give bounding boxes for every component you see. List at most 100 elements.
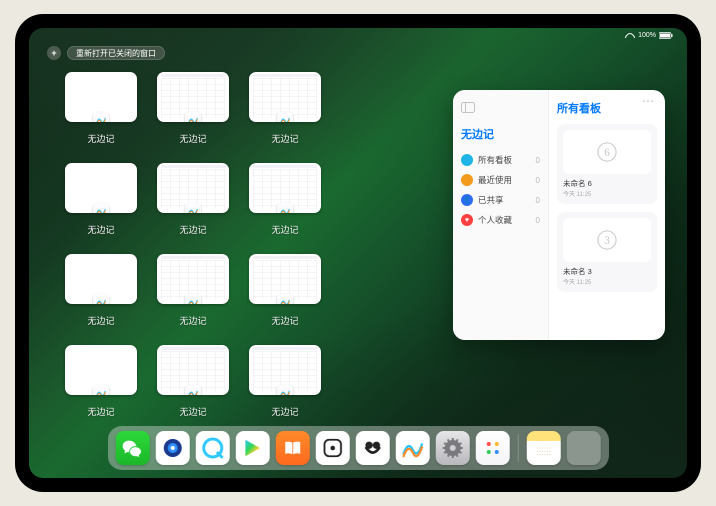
freeform-app-badge-icon — [93, 112, 109, 122]
thumb-card — [157, 345, 229, 395]
svg-text:6: 6 — [604, 147, 610, 159]
category-count: 0 — [536, 156, 540, 165]
thumb-label: 无边记 — [87, 132, 114, 145]
more-icon[interactable]: ⋯ — [642, 94, 655, 108]
category-label: 最近使用 — [478, 174, 512, 186]
dock-app-recents[interactable] — [566, 431, 600, 465]
freeform-app-badge-icon — [93, 203, 109, 213]
dock-app-freeform[interactable] — [396, 431, 430, 465]
thumb-label: 无边记 — [87, 223, 114, 236]
window-thumb[interactable]: 无边记 — [65, 254, 137, 327]
window-thumb[interactable]: 无边记 — [157, 72, 229, 145]
thumb-card — [65, 345, 137, 395]
board-sketch: 6 — [563, 130, 651, 174]
category-item[interactable]: 所有看板0 — [461, 150, 540, 170]
thumb-card — [157, 72, 229, 122]
thumb-label: 无边记 — [271, 314, 298, 327]
category-icon — [461, 154, 473, 166]
window-thumb[interactable]: 无边记 — [65, 163, 137, 236]
window-thumb[interactable]: 无边记 — [249, 72, 321, 145]
freeform-app-badge-icon — [185, 203, 201, 213]
category-icon: ♥ — [461, 214, 473, 226]
dock-app-play[interactable] — [236, 431, 270, 465]
screen: 100% + 重新打开已关闭的窗口 无边记无边记无边记无边记无边记无边记无边记无… — [29, 28, 687, 478]
dock-separator — [518, 434, 519, 462]
dock-app-books[interactable] — [276, 431, 310, 465]
thumb-label: 无边记 — [179, 405, 206, 418]
battery-label: 100% — [638, 32, 656, 39]
board-card[interactable]: 3未命名 3今天 11:25 — [557, 212, 657, 292]
window-thumb[interactable]: 无边记 — [65, 345, 137, 418]
window-thumb[interactable]: 无边记 — [249, 345, 321, 418]
thumb-card — [249, 72, 321, 122]
thumb-card — [65, 163, 137, 213]
freeform-app-badge-icon — [185, 385, 201, 395]
category-label: 已共享 — [478, 194, 504, 206]
sidebar-title: 无边记 — [461, 126, 540, 142]
thumb-card — [65, 254, 137, 304]
reopen-closed-window-button[interactable]: 重新打开已关闭的窗口 — [67, 46, 165, 60]
window-thumb[interactable]: 无边记 — [157, 254, 229, 327]
freeform-app-badge-icon — [185, 294, 201, 304]
reopen-label: 重新打开已关闭的窗口 — [76, 48, 156, 59]
thumb-card — [249, 345, 321, 395]
category-item[interactable]: 👤 已共享 0 — [461, 190, 540, 210]
category-icon: 👤 — [461, 194, 473, 206]
freeform-app-badge-icon — [93, 385, 109, 395]
category-item[interactable]: 最近使用 0 — [461, 170, 540, 190]
category-icon — [461, 174, 473, 186]
thumb-card — [249, 163, 321, 213]
thumb-label: 无边记 — [179, 314, 206, 327]
window-thumb[interactable]: 无边记 — [65, 72, 137, 145]
window-thumb[interactable]: 无边记 — [157, 163, 229, 236]
thumb-card — [249, 254, 321, 304]
app-switcher-grid: 无边记无边记无边记无边记无边记无边记无边记无边记无边记无边记无边记无边记 — [65, 72, 321, 418]
svg-text:3: 3 — [604, 235, 610, 247]
category-item[interactable]: ♥ 个人收藏 0 — [461, 210, 540, 230]
dock-app-qqbrowser[interactable] — [156, 431, 190, 465]
dock-app-more1[interactable] — [476, 431, 510, 465]
window-thumb[interactable]: 无边记 — [157, 345, 229, 418]
thumb-card — [157, 254, 229, 304]
freeform-app-badge-icon — [277, 112, 293, 122]
dock — [108, 426, 609, 470]
category-label: 个人收藏 — [478, 214, 512, 226]
status-bar: 100% — [29, 28, 687, 42]
dock-app-himalaya[interactable] — [356, 431, 390, 465]
board-date: 今天 11:25 — [563, 277, 651, 286]
freeform-app-badge-icon — [277, 385, 293, 395]
category-count: 0 — [536, 196, 540, 205]
board-sketch: 3 — [563, 218, 651, 262]
ipad-frame: 100% + 重新打开已关闭的窗口 无边记无边记无边记无边记无边记无边记无边记无… — [15, 14, 701, 492]
dock-app-notes[interactable] — [526, 431, 560, 465]
window-thumb[interactable]: 无边记 — [249, 163, 321, 236]
sidebar-icon[interactable] — [461, 100, 540, 118]
thumb-label: 无边记 — [179, 223, 206, 236]
board-date: 今天 11:25 — [563, 189, 651, 198]
thumb-label: 无边记 — [271, 132, 298, 145]
category-count: 0 — [536, 176, 540, 185]
panel-sidebar: 无边记 所有看板0 最近使用 0 👤 已共享 0 ♥ 个人收藏 0 — [453, 90, 549, 340]
add-button[interactable]: + — [47, 46, 61, 60]
thumb-label: 无边记 — [179, 132, 206, 145]
thumb-label: 无边记 — [87, 314, 114, 327]
freeform-app-badge-icon — [277, 294, 293, 304]
category-count: 0 — [536, 216, 540, 225]
window-thumb[interactable]: 无边记 — [249, 254, 321, 327]
dock-app-settings[interactable] — [436, 431, 470, 465]
status-icons: 100% — [625, 32, 673, 39]
thumb-label: 无边记 — [271, 223, 298, 236]
top-controls: + 重新打开已关闭的窗口 — [47, 46, 165, 60]
dock-app-browser-q[interactable] — [196, 431, 230, 465]
dock-app-wechat[interactable] — [116, 431, 150, 465]
dock-app-dice[interactable] — [316, 431, 350, 465]
freeform-preview-panel: 无边记 所有看板0最近使用0👤已共享0♥个人收藏0 ⋯ 所有看板 6未命名 6今… — [453, 90, 665, 340]
board-name: 未命名 6 — [563, 178, 651, 189]
freeform-app-badge-icon — [93, 294, 109, 304]
thumb-label: 无边记 — [87, 405, 114, 418]
thumb-card — [157, 163, 229, 213]
thumb-label: 无边记 — [271, 405, 298, 418]
thumb-card — [65, 72, 137, 122]
freeform-app-badge-icon — [277, 203, 293, 213]
board-card[interactable]: 6 未命名 6今天 11:25 — [557, 124, 657, 204]
